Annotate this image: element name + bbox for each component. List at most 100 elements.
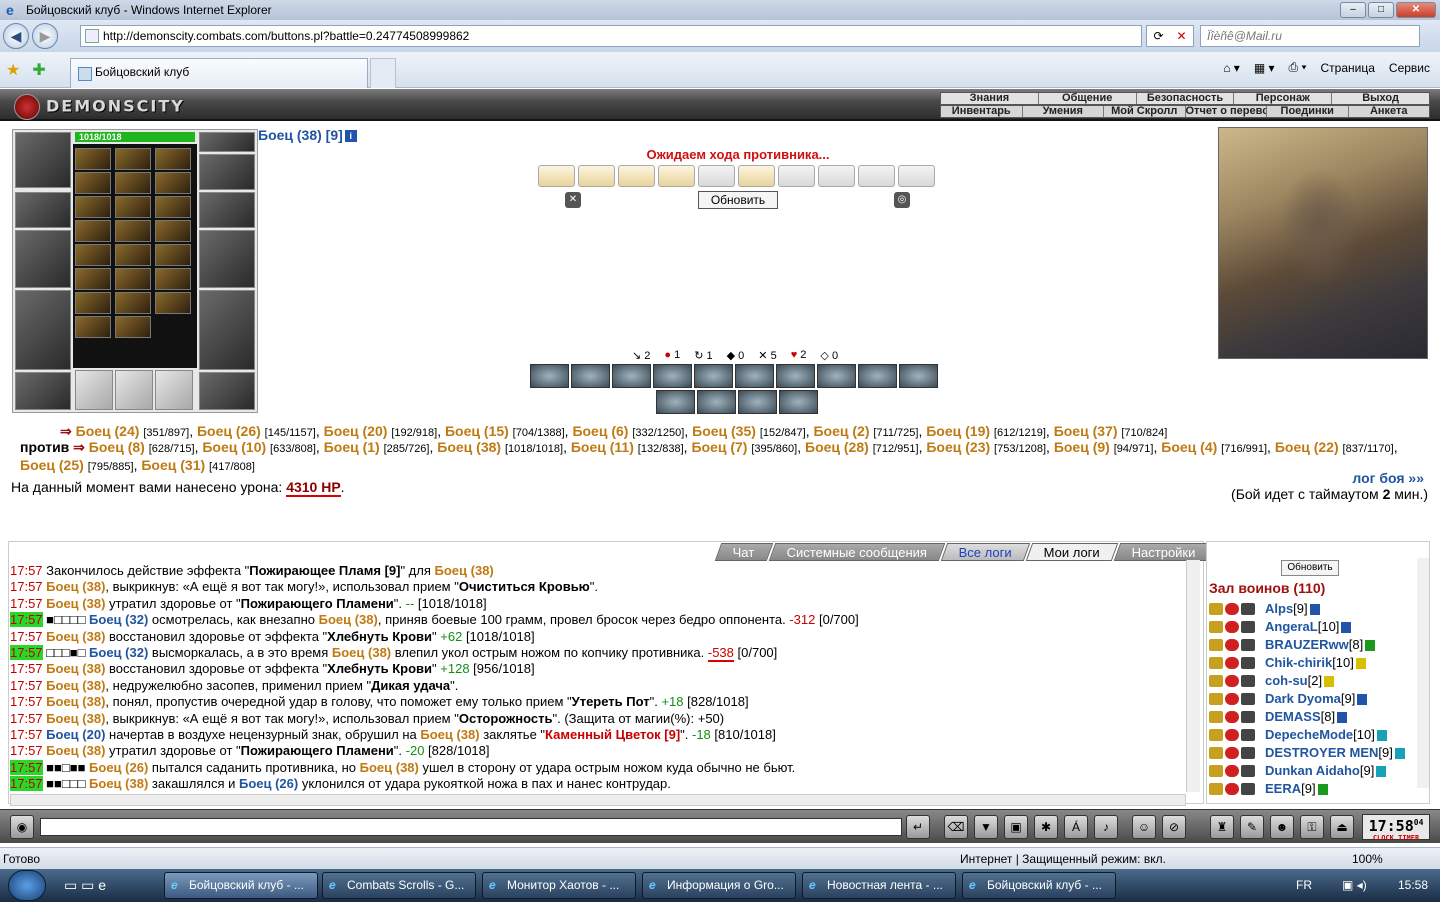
taskbar-item[interactable]: Бойцовский клуб - ...	[962, 872, 1116, 899]
menu-security[interactable]: Безопасность	[1137, 93, 1235, 104]
fighter-link[interactable]: Боец (38)	[420, 727, 479, 742]
close-button[interactable]: ✕	[1396, 2, 1436, 18]
battle-log-link[interactable]: лог боя »»	[1352, 470, 1424, 486]
taskbar-item[interactable]: Информация о Gro...	[642, 872, 796, 899]
enemy-fighter[interactable]: Боец (25)	[20, 457, 84, 473]
fighter-link[interactable]: Боец (38)	[46, 661, 105, 676]
player-name[interactable]: Alps	[1265, 600, 1293, 618]
back-button[interactable]: ◀	[3, 23, 29, 49]
menu-my-scroll[interactable]: Мой Скролл	[1104, 106, 1186, 117]
new-tab-button[interactable]	[370, 58, 396, 88]
weapon-slot[interactable]	[15, 230, 71, 288]
player-name[interactable]: BRAUZERww	[1265, 636, 1349, 654]
player-row[interactable]: Dunkan Aidaho [9]	[1209, 762, 1417, 780]
fighter-link[interactable]: Боец (26)	[89, 760, 148, 775]
player-name[interactable]: Dunkan Aidaho	[1265, 762, 1360, 780]
trick-button[interactable]	[738, 390, 777, 414]
player-info-icon[interactable]	[1309, 603, 1320, 615]
trick-button[interactable]	[571, 364, 610, 388]
fighter-link[interactable]: Боец (38)	[46, 596, 105, 611]
fighter-link[interactable]: Боец (38)	[360, 760, 419, 775]
enemy-fighter[interactable]: Боец (11)	[571, 439, 634, 455]
chat-mode-icon[interactable]: ◉	[10, 815, 34, 839]
player-info-icon[interactable]	[1376, 765, 1387, 777]
log-scrollbar[interactable]	[1186, 560, 1200, 792]
trick-button[interactable]	[735, 364, 774, 388]
menu-transfers[interactable]: Отчет о переводах	[1186, 106, 1267, 117]
player-row[interactable]: BRAUZERww [8]	[1209, 636, 1417, 654]
exit-icon[interactable]: ⏏	[1330, 815, 1354, 839]
player-name[interactable]: coh-su	[1265, 672, 1308, 690]
menu-character[interactable]: Персонаж	[1234, 93, 1333, 104]
earrings-slot[interactable]	[199, 132, 255, 152]
bracers-slot[interactable]	[15, 192, 71, 228]
player-row[interactable]: Chik-chirik [10]	[1209, 654, 1417, 672]
ally-fighter[interactable]: Боец (20)	[324, 423, 388, 439]
fighter-link[interactable]: Боец (38)	[46, 678, 105, 693]
clear-icon[interactable]: ⌫	[944, 815, 968, 839]
scroll-icon[interactable]: ✎	[1240, 815, 1264, 839]
player-row[interactable]: Dark Dyoma [9]	[1209, 690, 1417, 708]
menu-skills[interactable]: Умения	[1023, 106, 1104, 117]
quicklaunch-icons[interactable]: ▭ ▭ e	[64, 877, 106, 894]
fighter-link[interactable]: Боец (38)	[332, 645, 391, 660]
search-input[interactable]: Ïîèñê@Mail.ru	[1200, 25, 1420, 47]
ally-fighter[interactable]: Боец (15)	[445, 423, 509, 439]
fighter-link[interactable]: Боец (32)	[89, 645, 148, 660]
forward-button[interactable]: ▶	[32, 23, 58, 49]
player-info-icon[interactable]	[1355, 657, 1366, 669]
helmet-slot[interactable]	[15, 132, 71, 188]
tray-icons[interactable]: ▣ ◂)	[1342, 869, 1367, 902]
menu-knowledge[interactable]: Знания	[941, 93, 1039, 104]
minimize-button[interactable]: –	[1340, 2, 1366, 18]
filter-icon[interactable]: ▼	[974, 815, 998, 839]
fighter-link[interactable]: Боец (38)	[435, 563, 494, 578]
block-icon[interactable]: ⊘	[1162, 815, 1186, 839]
save-icon[interactable]: ▣	[1004, 815, 1028, 839]
fighter-link[interactable]: Боец (38)	[46, 743, 105, 758]
scroll-slot[interactable]	[698, 165, 735, 187]
refresh-icon[interactable]: ⟳	[1153, 29, 1163, 43]
scroll-slot[interactable]	[618, 165, 655, 187]
enemy-fighter[interactable]: Боец (7)	[691, 439, 747, 455]
smile-icon[interactable]: ☺	[1132, 815, 1156, 839]
ally-fighter[interactable]: Боец (19)	[926, 423, 990, 439]
player-name[interactable]: DESTROYER MEN	[1265, 744, 1378, 762]
trick-button[interactable]	[776, 364, 815, 388]
trick-button[interactable]	[653, 364, 692, 388]
player-info-icon[interactable]	[1337, 711, 1348, 723]
tray-clock[interactable]: 15:58	[1398, 869, 1428, 902]
info-icon[interactable]: i	[344, 130, 357, 143]
legs-slot[interactable]	[199, 290, 255, 370]
player-row[interactable]: DESTROYER MEN [9]	[1209, 744, 1417, 762]
enemy-fighter[interactable]: Боец (28)	[805, 439, 869, 455]
gloves-slot[interactable]	[199, 192, 255, 228]
ally-fighter[interactable]: Боец (24)	[76, 423, 140, 439]
enemy-fighter[interactable]: Боец (1)	[324, 439, 380, 455]
armor-slot[interactable]	[15, 290, 71, 370]
address-field[interactable]: http://demonscity.combats.com/buttons.pl…	[80, 25, 1142, 47]
fighter-name[interactable]: Боец (38) [9] i	[258, 127, 357, 143]
rss-icon[interactable]: ▦ ▾	[1254, 61, 1275, 75]
player-info-icon[interactable]	[1376, 729, 1387, 741]
empty-ring-slot[interactable]	[155, 370, 193, 410]
fighter-link[interactable]: Боец (20)	[46, 727, 105, 742]
scroll-slot[interactable]	[858, 165, 895, 187]
tab-my-logs[interactable]: Мои логи	[1025, 543, 1119, 561]
taskbar-item[interactable]: Бойцовский клуб - ...	[164, 872, 318, 899]
enemy-fighter[interactable]: Боец (8)	[89, 439, 145, 455]
trick-button[interactable]	[817, 364, 856, 388]
ally-fighter[interactable]: Боец (37)	[1054, 423, 1118, 439]
players-scrollbar[interactable]	[1417, 558, 1429, 788]
players-refresh-button[interactable]: Обновить	[1281, 560, 1339, 576]
scroll-slot[interactable]	[578, 165, 615, 187]
player-name[interactable]: DepecheMode	[1265, 726, 1353, 744]
taskbar-item[interactable]: Новостная лента - ...	[802, 872, 956, 899]
sys-icon[interactable]: ✱	[1034, 815, 1058, 839]
enemy-fighter[interactable]: Боец (10)	[202, 439, 266, 455]
fighter-link[interactable]: Боец (38)	[46, 711, 105, 726]
scroll-slot[interactable]	[538, 165, 575, 187]
player-info-icon[interactable]	[1341, 621, 1352, 633]
start-button[interactable]	[8, 870, 46, 901]
maximize-button[interactable]: □	[1368, 2, 1394, 18]
